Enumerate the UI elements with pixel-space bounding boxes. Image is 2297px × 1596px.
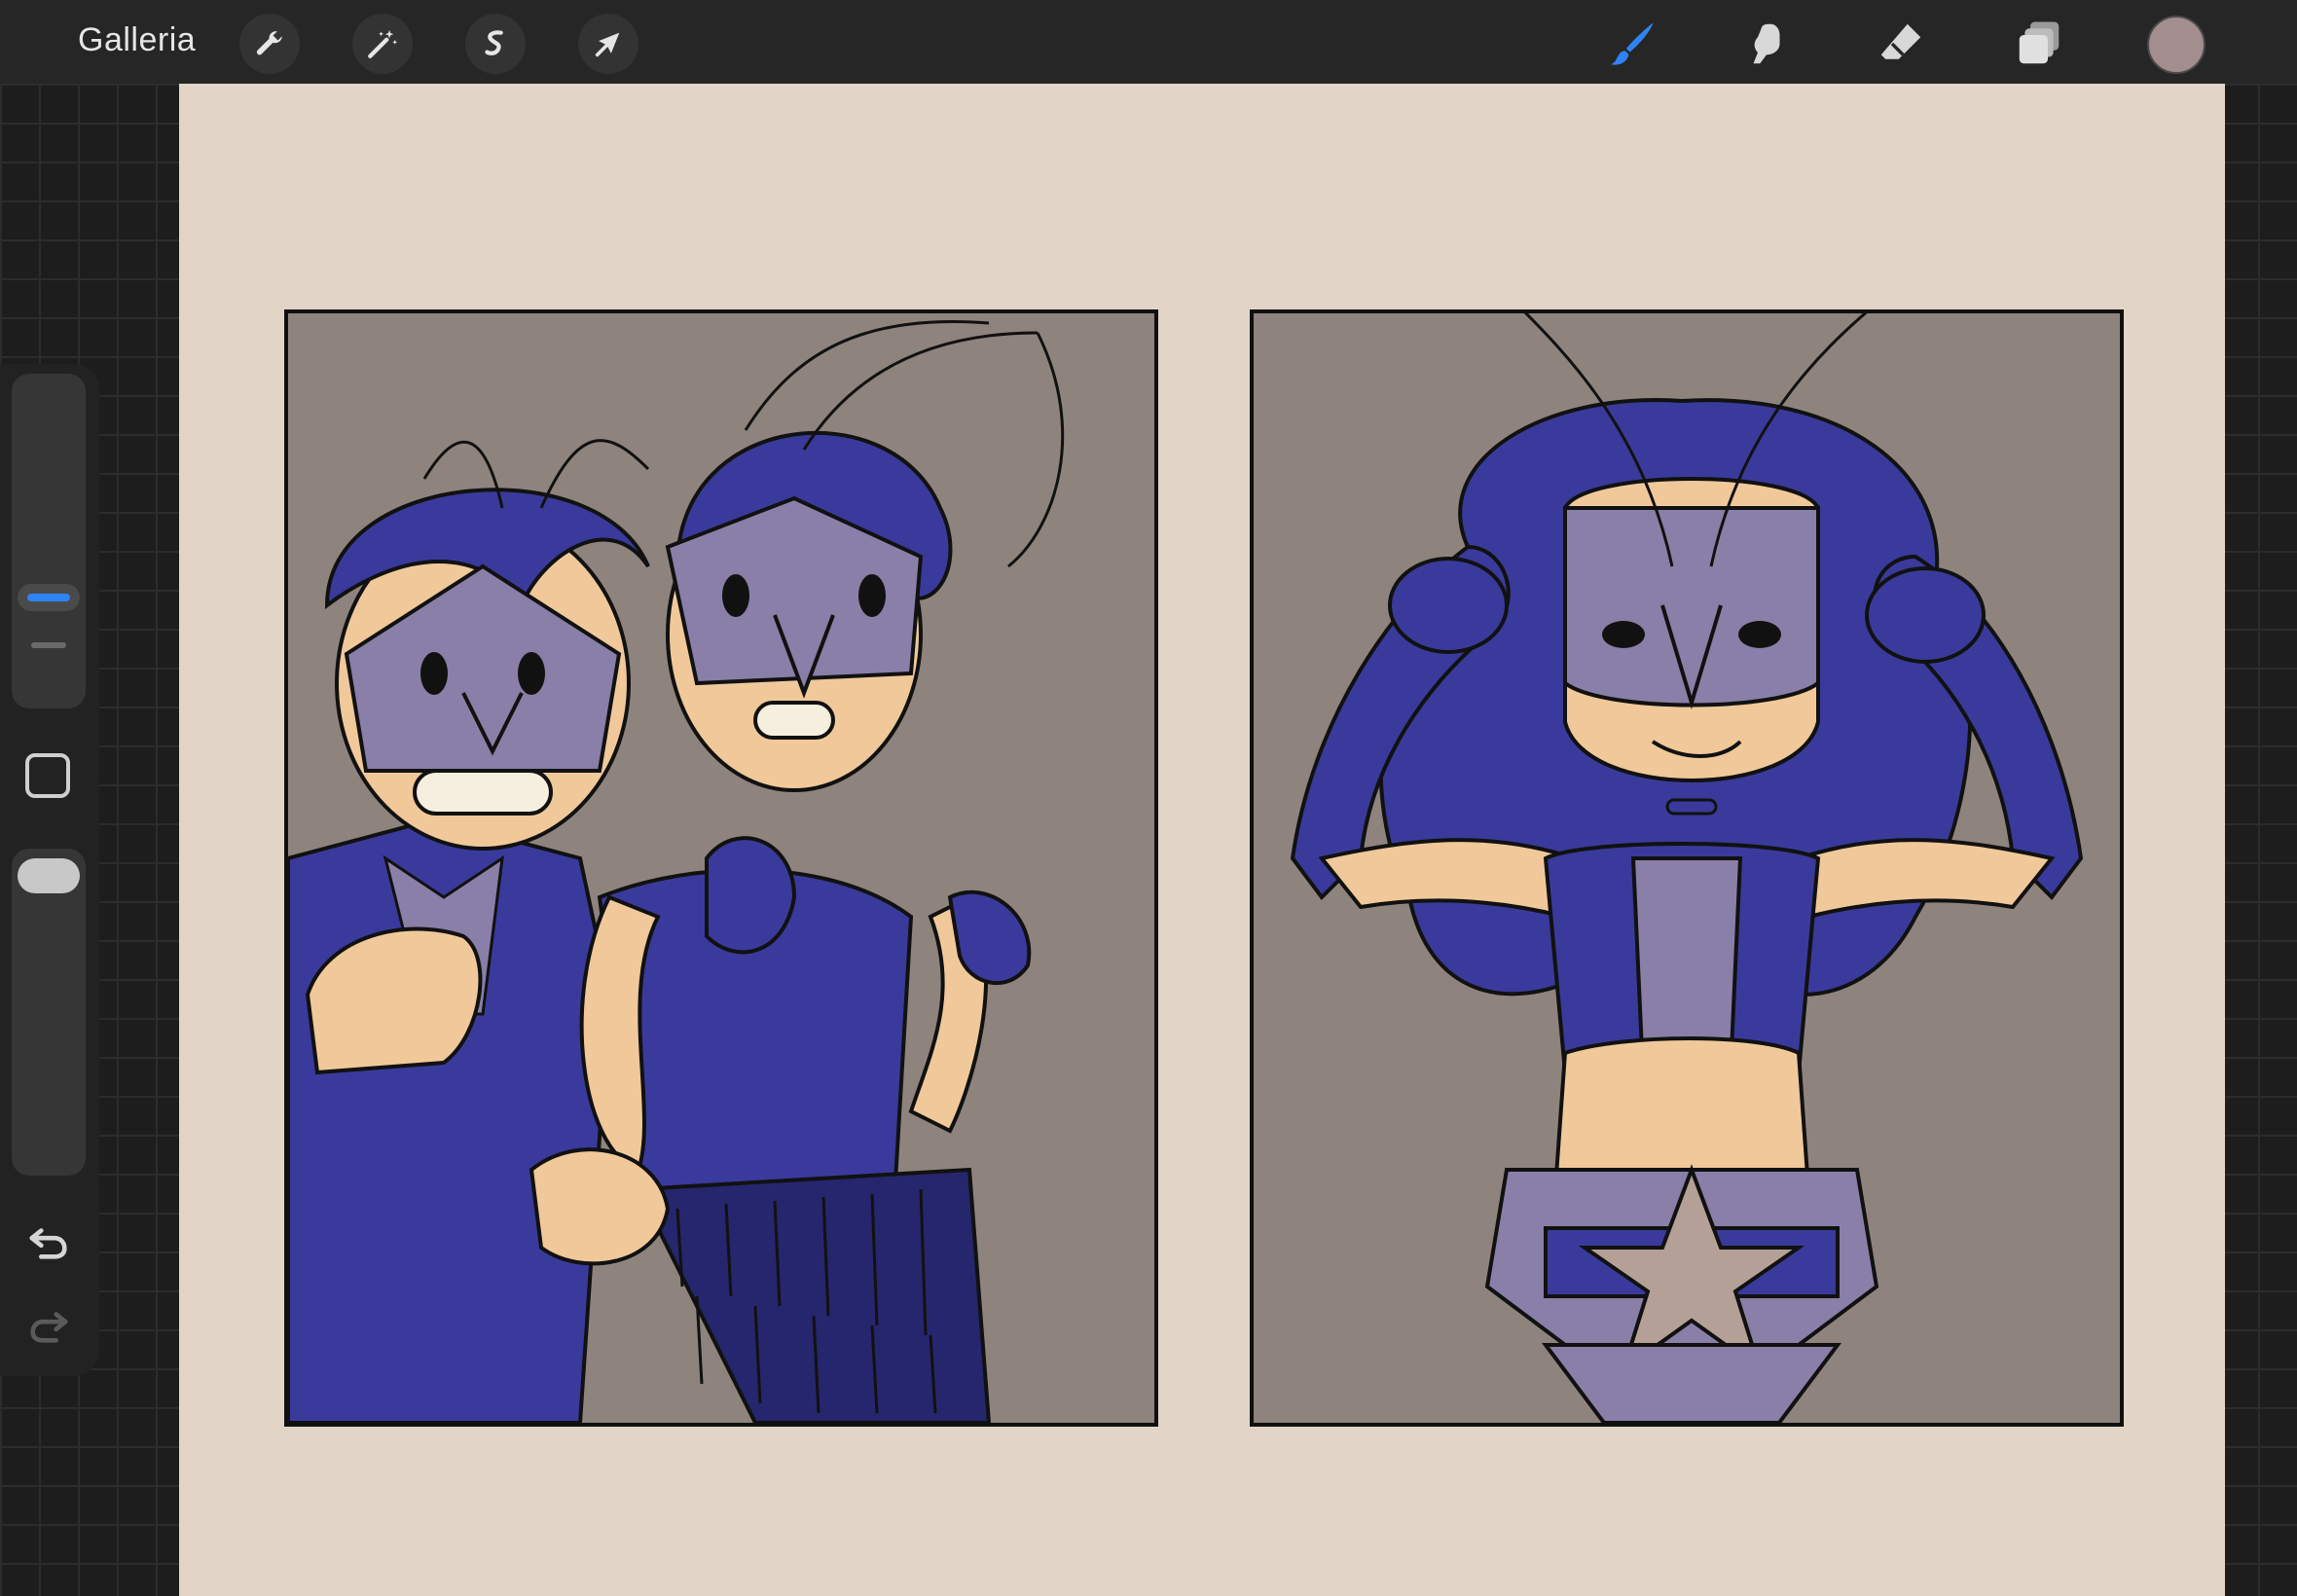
magic-wand-icon — [368, 29, 398, 58]
drawing-canvas[interactable] — [179, 84, 2225, 1596]
redo-button[interactable] — [23, 1300, 74, 1351]
left-panel-illustration — [288, 313, 1154, 1423]
selection-button[interactable] — [465, 14, 526, 74]
left-comic-panel — [284, 309, 1158, 1427]
undo-button[interactable] — [23, 1216, 74, 1267]
right-panel-illustration — [1254, 313, 2120, 1423]
eraser-tool-button[interactable] — [1869, 12, 1933, 76]
transform-button[interactable] — [578, 14, 638, 74]
selection-icon — [485, 30, 503, 55]
layers-icon — [2019, 21, 2060, 64]
actions-button[interactable] — [239, 14, 300, 74]
top-toolbar: Galleria — [0, 0, 2297, 84]
brush-icon — [1611, 22, 1654, 65]
right-comic-panel — [1250, 309, 2124, 1427]
left-sidebar — [0, 364, 99, 1376]
smudge-icon — [1753, 23, 1780, 64]
modify-button[interactable] — [25, 753, 70, 798]
undo-icon — [29, 1228, 67, 1259]
color-picker-button[interactable] — [2147, 16, 2206, 74]
brush-tool-button[interactable] — [1600, 12, 1664, 76]
brush-opacity-slider[interactable] — [12, 849, 86, 1176]
wrench-icon — [256, 31, 282, 55]
layers-button[interactable] — [2007, 12, 2071, 76]
brush-opacity-handle[interactable] — [18, 858, 80, 893]
brush-size-slider[interactable] — [12, 374, 86, 708]
transform-arrow-icon — [595, 32, 620, 57]
adjustments-button[interactable] — [352, 14, 413, 74]
gallery-button[interactable]: Galleria — [78, 21, 196, 59]
smudge-tool-button[interactable] — [1734, 12, 1799, 76]
brush-size-marker — [31, 642, 66, 648]
redo-icon — [30, 1312, 68, 1343]
eraser-icon — [1880, 23, 1921, 59]
brush-size-handle[interactable] — [18, 584, 80, 611]
